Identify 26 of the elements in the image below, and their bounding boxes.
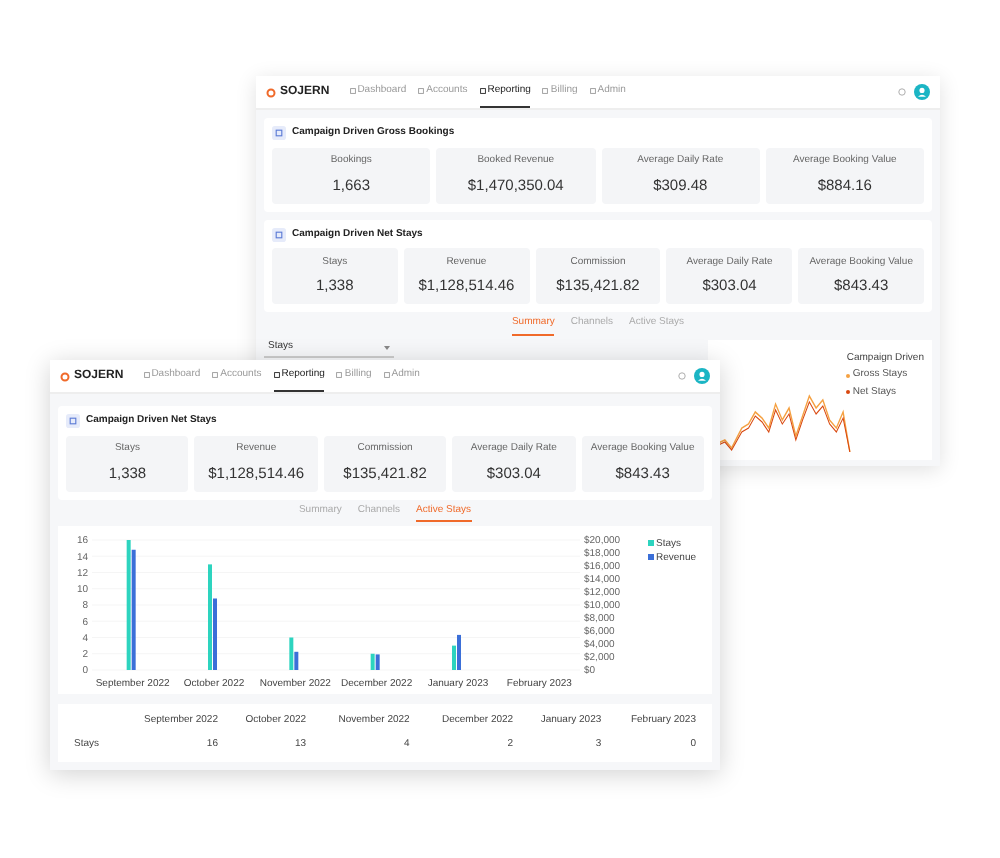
caret-icon [384,345,390,349]
help-icon[interactable] [898,88,906,96]
nav-icon [212,372,219,378]
nav-icon [143,372,150,378]
nav-icon [273,372,280,378]
card-icon [66,414,80,429]
help-icon[interactable] [678,372,686,380]
nav-icon [418,88,425,94]
card-icon [272,126,286,141]
nav-icon [542,88,549,94]
avatar-icon[interactable] [694,368,710,384]
logo-icon [266,87,276,97]
revenue-bar [293,651,298,670]
revenue-bar [374,654,379,670]
nav-icon [349,88,356,94]
stays-bar [369,653,374,670]
nav-icon [336,372,343,378]
nav-icon [479,88,486,94]
card-icon [272,227,286,242]
nav-icon [383,372,390,378]
logo-icon [60,371,70,381]
avatar-icon[interactable] [914,84,930,100]
revenue-bar [130,549,135,670]
nav-icon [589,88,596,94]
stays-bar [288,637,293,670]
stays-bar [125,540,130,670]
